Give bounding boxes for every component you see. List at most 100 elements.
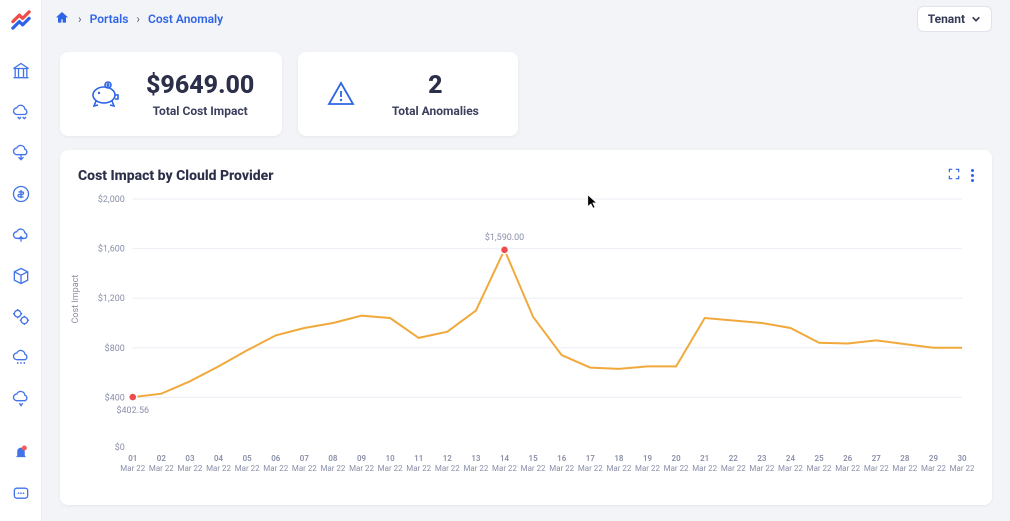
svg-text:28: 28 bbox=[900, 454, 910, 463]
svg-text:Mar 22: Mar 22 bbox=[950, 464, 974, 473]
svg-text:Mar 22: Mar 22 bbox=[692, 464, 717, 473]
svg-text:20: 20 bbox=[672, 454, 682, 463]
svg-text:Mar 22: Mar 22 bbox=[292, 464, 317, 473]
breadcrumb-portals[interactable]: Portals bbox=[90, 12, 129, 26]
svg-text:$800: $800 bbox=[105, 343, 125, 354]
svg-text:14: 14 bbox=[500, 454, 510, 463]
svg-text:Mar 22: Mar 22 bbox=[549, 464, 574, 473]
svg-text:Mar 22: Mar 22 bbox=[807, 464, 832, 473]
svg-text:01: 01 bbox=[128, 454, 137, 463]
svg-text:26: 26 bbox=[843, 454, 853, 463]
summary-cards: $9649.00 Total Cost Impact 2 Total Anoma… bbox=[60, 52, 992, 136]
chart: Cost Impact $0$400$800$1,200$1,600$2,000… bbox=[78, 189, 974, 487]
content: $9649.00 Total Cost Impact 2 Total Anoma… bbox=[42, 38, 1010, 521]
svg-text:Mar 22: Mar 22 bbox=[721, 464, 746, 473]
svg-text:$1,200: $1,200 bbox=[98, 293, 125, 304]
nav-chat-icon[interactable] bbox=[8, 481, 34, 507]
svg-text:02: 02 bbox=[157, 454, 167, 463]
svg-text:11: 11 bbox=[414, 454, 423, 463]
svg-text:05: 05 bbox=[243, 454, 253, 463]
svg-text:$1,590.00: $1,590.00 bbox=[485, 232, 524, 243]
y-axis-label: Cost Impact bbox=[71, 275, 81, 324]
svg-text:Mar 22: Mar 22 bbox=[235, 464, 260, 473]
svg-text:Mar 22: Mar 22 bbox=[778, 464, 803, 473]
svg-text:10: 10 bbox=[386, 454, 396, 463]
more-options-icon[interactable] bbox=[971, 169, 974, 182]
svg-text:Mar 22: Mar 22 bbox=[178, 464, 203, 473]
nav-cloud-download-icon[interactable] bbox=[8, 140, 34, 166]
svg-text:07: 07 bbox=[300, 454, 310, 463]
svg-text:16: 16 bbox=[557, 454, 567, 463]
svg-text:12: 12 bbox=[443, 454, 453, 463]
svg-text:25: 25 bbox=[815, 454, 825, 463]
svg-text:Mar 22: Mar 22 bbox=[435, 464, 460, 473]
svg-text:03: 03 bbox=[185, 454, 195, 463]
svg-text:23: 23 bbox=[757, 454, 767, 463]
svg-text:$1,600: $1,600 bbox=[98, 244, 125, 255]
nav-inventory-icon[interactable] bbox=[8, 263, 34, 289]
breadcrumb-current[interactable]: Cost Anomaly bbox=[148, 12, 223, 26]
svg-text:17: 17 bbox=[586, 454, 596, 463]
svg-text:Mar 22: Mar 22 bbox=[892, 464, 917, 473]
svg-text:09: 09 bbox=[357, 454, 367, 463]
svg-text:30: 30 bbox=[958, 454, 968, 463]
svg-text:Mar 22: Mar 22 bbox=[492, 464, 517, 473]
svg-text:Mar 22: Mar 22 bbox=[406, 464, 431, 473]
svg-text:Mar 22: Mar 22 bbox=[606, 464, 631, 473]
main: › Portals › Cost Anomaly Tenant $9649.00 bbox=[42, 0, 1010, 521]
sidebar-nav bbox=[0, 58, 41, 412]
sidebar bbox=[0, 0, 42, 521]
svg-text:19: 19 bbox=[643, 454, 653, 463]
svg-text:21: 21 bbox=[700, 454, 709, 463]
nav-governance-icon[interactable] bbox=[8, 58, 34, 84]
nav-cost-icon[interactable] bbox=[8, 181, 34, 207]
chevron-right-icon: › bbox=[78, 12, 82, 26]
svg-text:Mar 22: Mar 22 bbox=[120, 464, 145, 473]
svg-text:Mar 22: Mar 22 bbox=[320, 464, 345, 473]
total-anomalies-value: 2 bbox=[428, 71, 442, 100]
svg-text:Mar 22: Mar 22 bbox=[835, 464, 860, 473]
svg-text:Mar 22: Mar 22 bbox=[664, 464, 689, 473]
svg-text:Mar 22: Mar 22 bbox=[263, 464, 288, 473]
chevron-right-icon: › bbox=[136, 12, 140, 26]
svg-text:Mar 22: Mar 22 bbox=[463, 464, 488, 473]
svg-text:Mar 22: Mar 22 bbox=[521, 464, 546, 473]
svg-text:Mar 22: Mar 22 bbox=[149, 464, 174, 473]
fullscreen-icon[interactable] bbox=[947, 166, 961, 185]
total-cost-impact-value: $9649.00 bbox=[146, 71, 254, 100]
svg-text:29: 29 bbox=[929, 454, 939, 463]
svg-text:22: 22 bbox=[729, 454, 739, 463]
nav-cloud-down2-icon[interactable] bbox=[8, 386, 34, 412]
nav-settings-icon[interactable] bbox=[8, 304, 34, 330]
nav-cloud-rain-icon[interactable] bbox=[8, 345, 34, 371]
svg-text:04: 04 bbox=[214, 454, 224, 463]
svg-text:13: 13 bbox=[471, 454, 481, 463]
svg-text:Mar 22: Mar 22 bbox=[749, 464, 774, 473]
tenant-label: Tenant bbox=[928, 12, 965, 26]
warning-triangle-icon bbox=[326, 79, 356, 109]
svg-text:$2,000: $2,000 bbox=[98, 194, 125, 205]
breadcrumb: › Portals › Cost Anomaly bbox=[54, 10, 223, 29]
svg-text:08: 08 bbox=[328, 454, 338, 463]
svg-text:15: 15 bbox=[529, 454, 539, 463]
svg-text:Mar 22: Mar 22 bbox=[378, 464, 403, 473]
nav-alerts-icon[interactable] bbox=[8, 440, 34, 466]
nav-cloud-upload-icon[interactable] bbox=[8, 222, 34, 248]
svg-text:24: 24 bbox=[786, 454, 796, 463]
card-total-cost-impact: $9649.00 Total Cost Impact bbox=[60, 52, 282, 136]
chart-panel: Cost Impact by Clould Provider Cost Impa… bbox=[60, 150, 992, 505]
breadcrumb-home-icon[interactable] bbox=[54, 10, 70, 29]
nav-cloud-connect-icon[interactable] bbox=[8, 99, 34, 125]
svg-text:Mar 22: Mar 22 bbox=[578, 464, 603, 473]
svg-text:$0: $0 bbox=[115, 442, 125, 453]
tenant-selector[interactable]: Tenant bbox=[917, 6, 992, 32]
svg-text:Mar 22: Mar 22 bbox=[349, 464, 374, 473]
card-total-anomalies: 2 Total Anomalies bbox=[298, 52, 518, 136]
chevron-down-icon bbox=[971, 14, 981, 24]
svg-text:Mar 22: Mar 22 bbox=[921, 464, 946, 473]
svg-text:Mar 22: Mar 22 bbox=[635, 464, 660, 473]
piggy-bank-icon bbox=[88, 79, 122, 109]
svg-text:$400: $400 bbox=[105, 392, 125, 403]
svg-text:$402.56: $402.56 bbox=[116, 405, 149, 416]
app-logo bbox=[7, 6, 35, 34]
